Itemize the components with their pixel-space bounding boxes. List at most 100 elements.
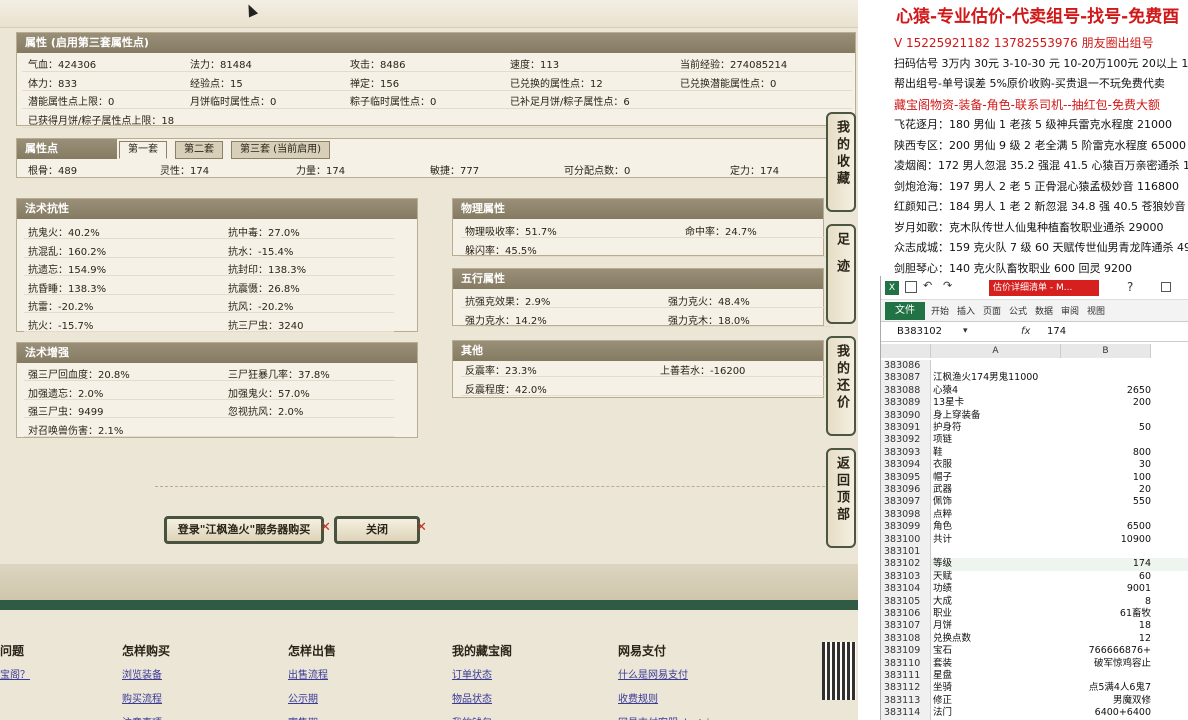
footer-link[interactable]: 我的钱包 <box>452 714 492 720</box>
row-number[interactable]: 383093 <box>881 446 931 460</box>
row-number[interactable]: 383103 <box>881 570 931 584</box>
cell-b[interactable]: 6500 <box>1061 521 1151 533</box>
name-box[interactable]: B383102 <box>897 326 942 337</box>
row-number[interactable]: 383092 <box>881 434 931 447</box>
excel-save-icon[interactable] <box>905 281 917 293</box>
cell-b[interactable]: 550 <box>1061 496 1151 508</box>
row-number[interactable]: 383114 <box>881 707 931 720</box>
cell-b[interactable]: 8 <box>1061 596 1151 608</box>
cell-b[interactable]: 50 <box>1061 422 1151 434</box>
cell-a[interactable]: 月饼 <box>931 620 1061 632</box>
cell-b[interactable]: 174 <box>1061 558 1151 570</box>
cell-a[interactable]: 护身符 <box>931 422 1061 434</box>
cell-b[interactable]: 10900 <box>1061 534 1151 546</box>
footer-link[interactable]: 订单状态 <box>452 666 492 681</box>
cell-a[interactable]: 心猿4 <box>931 385 1061 397</box>
cell-b[interactable]: 100 <box>1061 472 1151 484</box>
cell-a[interactable]: 天赋 <box>931 571 1061 583</box>
col-header-b[interactable]: B <box>1061 344 1151 358</box>
footer-link[interactable]: 收费规则 <box>618 690 658 705</box>
login-server-buy-button[interactable]: 登录"江枫渔火"服务器购买 <box>164 516 324 544</box>
cell-b[interactable]: 9001 <box>1061 583 1151 595</box>
row-number[interactable]: 383090 <box>881 409 931 422</box>
back-to-top-button[interactable]: 返回顶部 <box>826 448 856 548</box>
help-icon[interactable]: ? <box>1127 280 1133 294</box>
row-number[interactable]: 383095 <box>881 471 931 484</box>
row-number[interactable]: 383098 <box>881 508 931 522</box>
row-number[interactable]: 383097 <box>881 496 931 509</box>
row-number[interactable]: 383106 <box>881 608 931 621</box>
ribbon-tab[interactable]: 页面 <box>983 304 1001 317</box>
row-number[interactable]: 383096 <box>881 484 931 497</box>
cell-b[interactable]: 破军惊鸡容止 <box>1061 658 1151 670</box>
cell-b[interactable]: 800 <box>1061 447 1151 459</box>
cell-b[interactable]: 2650 <box>1061 385 1151 397</box>
cell-a[interactable]: 鞋 <box>931 447 1061 459</box>
cell-a[interactable]: 大成 <box>931 596 1061 608</box>
footer-link[interactable]: 出售流程 <box>288 666 328 681</box>
name-box-dropdown-icon[interactable]: ▾ <box>963 326 968 336</box>
cell-b[interactable]: 20 <box>1061 484 1151 496</box>
cell-a[interactable]: 身上穿装备 <box>931 410 1061 422</box>
row-number[interactable]: 383108 <box>881 632 931 646</box>
row-number[interactable]: 383101 <box>881 546 931 559</box>
cell-a[interactable]: 职业 <box>931 608 1061 620</box>
cell-a[interactable]: 项链 <box>931 434 1061 446</box>
tab-set-1[interactable]: 第一套 <box>119 141 167 159</box>
row-number[interactable]: 383104 <box>881 583 931 596</box>
footer-link[interactable]: 物品状态 <box>452 690 492 705</box>
cell-a[interactable]: 坐骑 <box>931 682 1061 694</box>
footer-link[interactable]: 什么是网易支付 <box>618 666 688 681</box>
row-number[interactable]: 383087 <box>881 372 931 385</box>
cell-b[interactable]: 61畜牧 <box>1061 608 1151 620</box>
cell-a[interactable]: 江枫渔火174男鬼11000 <box>931 372 1061 384</box>
footer-link[interactable]: 注意事项 <box>122 714 162 720</box>
cell-a[interactable]: 宝石 <box>931 645 1061 657</box>
cell-b[interactable]: 60 <box>1061 571 1151 583</box>
cell-a[interactable]: 修正 <box>931 695 1061 707</box>
cell-b[interactable]: 30 <box>1061 459 1151 471</box>
ribbon-tab[interactable]: 视图 <box>1087 304 1105 317</box>
row-number[interactable]: 383094 <box>881 459 931 472</box>
row-number[interactable]: 383089 <box>881 397 931 410</box>
cell-a[interactable]: 点粹 <box>931 509 1061 521</box>
ribbon-tab[interactable]: 插入 <box>957 304 975 317</box>
row-number[interactable]: 383112 <box>881 682 931 695</box>
ribbon-tab[interactable]: 数据 <box>1035 304 1053 317</box>
row-number[interactable]: 383105 <box>881 595 931 608</box>
formula-input[interactable]: 174 <box>1047 326 1066 337</box>
cell-a[interactable]: 功绩 <box>931 583 1061 595</box>
cell-a[interactable]: 武器 <box>931 484 1061 496</box>
ribbon-tab[interactable]: 文件 <box>885 302 925 320</box>
maximize-icon[interactable] <box>1161 282 1171 292</box>
cell-b[interactable]: 6400+6400 <box>1061 707 1151 719</box>
cell-a[interactable]: 角色 <box>931 521 1061 533</box>
ribbon-tab[interactable]: 审阅 <box>1061 304 1079 317</box>
footer-link[interactable]: 宝阁？ <box>0 666 30 681</box>
row-number[interactable]: 383088 <box>881 384 931 398</box>
cell-b[interactable]: 200 <box>1061 397 1151 409</box>
row-number[interactable]: 383107 <box>881 620 931 633</box>
excel-redo-icon[interactable]: ↷ <box>943 279 952 292</box>
row-number[interactable]: 383113 <box>881 694 931 708</box>
row-number[interactable]: 383100 <box>881 533 931 546</box>
row-number[interactable]: 383099 <box>881 521 931 534</box>
cell-b[interactable]: 18 <box>1061 620 1151 632</box>
footer-link[interactable]: 网易支付客服electric <box>618 714 715 720</box>
cell-a[interactable]: 帽子 <box>931 472 1061 484</box>
cell-b[interactable]: 12 <box>1061 633 1151 645</box>
footer-link[interactable]: 寄售期 <box>288 714 318 720</box>
cell-a[interactable]: 衣服 <box>931 459 1061 471</box>
cell-b[interactable]: 766666876+ <box>1061 645 1151 657</box>
cell-a[interactable]: 套装 <box>931 658 1061 670</box>
footer-link[interactable]: 购买流程 <box>122 690 162 705</box>
row-number[interactable]: 383102 <box>881 558 931 571</box>
cell-a[interactable]: 等级 <box>931 558 1061 570</box>
row-number[interactable]: 383091 <box>881 422 931 435</box>
footer-link[interactable]: 浏览装备 <box>122 666 162 681</box>
close-button[interactable]: 关闭 <box>334 516 420 544</box>
cell-a[interactable]: 星盘 <box>931 670 1061 682</box>
row-number[interactable]: 383109 <box>881 645 931 658</box>
cell-a[interactable]: 兑换点数 <box>931 633 1061 645</box>
excel-undo-icon[interactable]: ↶ <box>923 279 932 292</box>
